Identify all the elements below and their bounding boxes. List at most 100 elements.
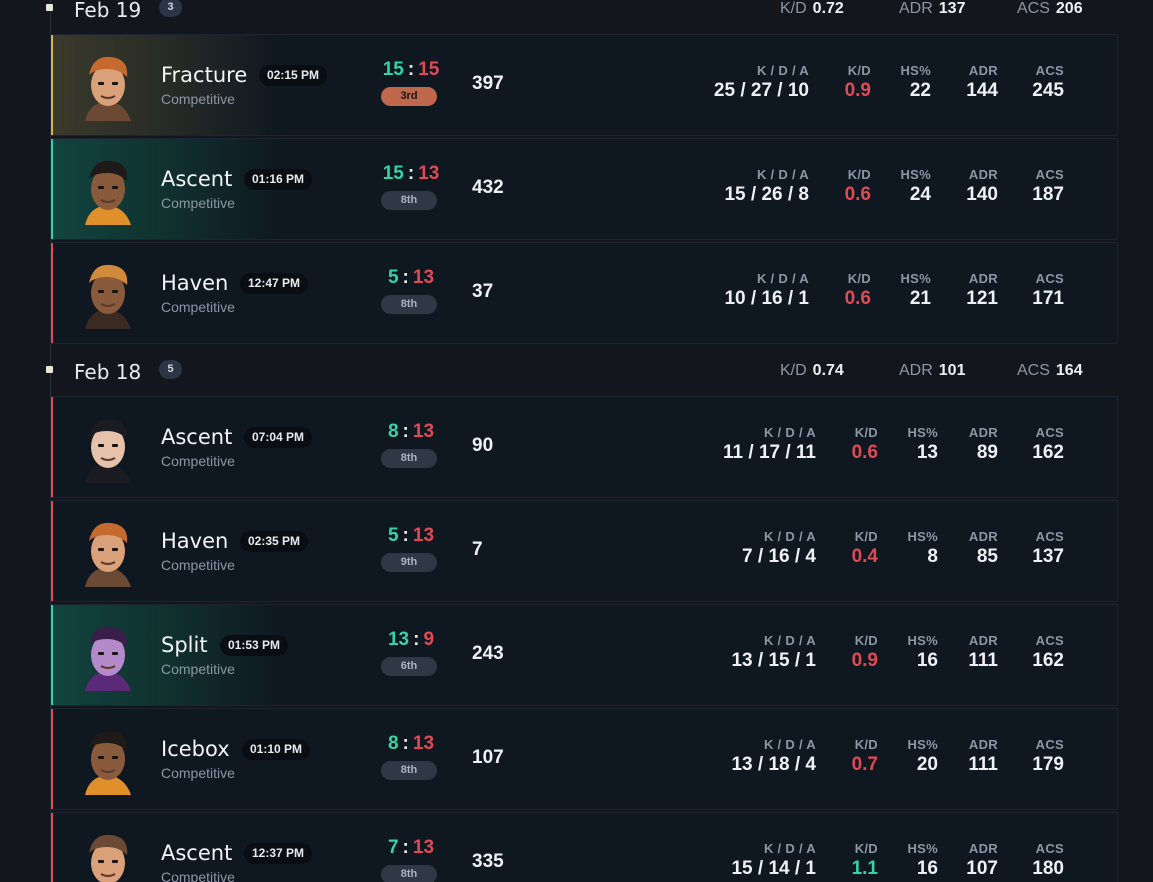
day-acs: ACS 206 bbox=[1017, 0, 1083, 18]
stat-hs-label: HS% bbox=[907, 737, 938, 752]
match-score: 15:15 bbox=[371, 59, 451, 81]
map-name: Haven bbox=[161, 271, 229, 295]
map-name: Split bbox=[161, 633, 208, 657]
stat-acs-value: 162 bbox=[1032, 442, 1064, 463]
stat-acs-label: ACS bbox=[1035, 529, 1064, 544]
day-kd-value: 0.72 bbox=[812, 0, 844, 17]
stat-adr-label: ADR bbox=[968, 63, 998, 78]
match-score: 15:13 bbox=[371, 163, 451, 185]
score-enemy: 15 bbox=[418, 59, 440, 80]
match-row[interactable]: Ascent 12:37 PM Competitive 7:13 8th 335 K / D… bbox=[50, 812, 1118, 882]
stat-kd: K/D 0.4 bbox=[852, 501, 878, 568]
score-team: 5 bbox=[387, 267, 399, 288]
match-row[interactable]: Split 01:53 PM Competitive 13:9 6th 243 K / D … bbox=[50, 604, 1118, 706]
score-team: 5 bbox=[387, 525, 399, 546]
rank-rating: 37 bbox=[472, 281, 494, 302]
stat-hs-value: 20 bbox=[916, 754, 938, 775]
queue-type: Competitive bbox=[161, 765, 235, 781]
placement-badge: 8th bbox=[381, 295, 437, 314]
stat-acs: ACS 162 bbox=[1032, 605, 1064, 672]
stat-kda: K / D / A 25 / 27 / 10 bbox=[714, 35, 809, 102]
stat-kd: K/D 0.9 bbox=[845, 35, 871, 102]
agent-phoenix-icon bbox=[71, 153, 143, 225]
stat-acs-value: 171 bbox=[1032, 288, 1064, 309]
match-row[interactable]: Icebox 01:10 PM Competitive 8:13 8th 107 K / D… bbox=[50, 708, 1118, 810]
stat-acs-label: ACS bbox=[1035, 271, 1064, 286]
agent-reyna-icon bbox=[71, 619, 143, 691]
queue-type: Competitive bbox=[161, 557, 235, 573]
stat-adr: ADR 111 bbox=[968, 605, 998, 672]
score-enemy: 13 bbox=[412, 525, 435, 546]
score-enemy: 13 bbox=[412, 267, 435, 288]
stat-hs-label: HS% bbox=[907, 425, 938, 440]
match-row[interactable]: Haven 12:47 PM Competitive 5:13 8th 37 K / D /… bbox=[50, 242, 1118, 344]
stat-hs-label: HS% bbox=[907, 529, 938, 544]
stat-kda: K / D / A 13 / 15 / 1 bbox=[731, 605, 816, 672]
stat-kda-value: 13 / 15 / 1 bbox=[731, 650, 816, 671]
queue-type: Competitive bbox=[161, 453, 235, 469]
stat-acs: ACS 162 bbox=[1032, 397, 1064, 464]
result-bar bbox=[51, 397, 53, 497]
result-bar bbox=[51, 501, 53, 601]
day-kd-label: K/D bbox=[780, 0, 807, 17]
stat-hs: HS% 24 bbox=[900, 139, 931, 206]
match-score: 5:13 bbox=[371, 267, 451, 289]
stat-kd-value: 0.6 bbox=[851, 442, 878, 463]
stat-hs-value: 16 bbox=[916, 858, 938, 879]
stat-hs-value: 21 bbox=[909, 288, 931, 309]
result-bar bbox=[51, 813, 53, 882]
stat-acs-label: ACS bbox=[1035, 167, 1064, 182]
match-time: 02:35 PM bbox=[240, 531, 309, 552]
stat-adr: ADR 121 bbox=[966, 243, 998, 310]
stat-adr-label: ADR bbox=[968, 737, 998, 752]
stat-kd-label: K/D bbox=[847, 167, 871, 182]
stat-kda: K / D / A 13 / 18 / 4 bbox=[731, 709, 816, 776]
stat-kd: K/D 0.6 bbox=[845, 243, 871, 310]
stat-hs-value: 8 bbox=[927, 546, 938, 567]
map-name: Fracture bbox=[161, 63, 248, 87]
stat-hs: HS% 20 bbox=[907, 709, 938, 776]
timeline-dot bbox=[46, 4, 53, 11]
rank-rating: 397 bbox=[472, 73, 504, 94]
score-enemy: 13 bbox=[418, 163, 440, 184]
stat-hs: HS% 21 bbox=[900, 243, 931, 310]
stat-adr: ADR 89 bbox=[969, 397, 998, 464]
stat-acs-label: ACS bbox=[1035, 633, 1064, 648]
stat-kda: K / D / A 15 / 26 / 8 bbox=[724, 139, 809, 206]
stat-hs-value: 13 bbox=[916, 442, 938, 463]
stat-adr-value: 144 bbox=[966, 80, 998, 101]
stat-hs: HS% 13 bbox=[907, 397, 938, 464]
score-separator: : bbox=[413, 629, 420, 650]
score-enemy: 13 bbox=[412, 733, 435, 754]
score-enemy: 9 bbox=[423, 629, 435, 650]
stat-adr-label: ADR bbox=[968, 633, 998, 648]
day-adr-value: 101 bbox=[938, 362, 966, 379]
day-date: Feb 19 bbox=[74, 0, 142, 22]
score-separator: : bbox=[402, 733, 409, 754]
stat-kd: K/D 0.6 bbox=[845, 139, 871, 206]
agent-brimstone-icon bbox=[71, 49, 143, 121]
match-row[interactable]: Haven 02:35 PM Competitive 5:13 9th 7 K / D / … bbox=[50, 500, 1118, 602]
stat-kd-label: K/D bbox=[847, 271, 871, 286]
match-row[interactable]: Ascent 07:04 PM Competitive 8:13 8th 90 K / D … bbox=[50, 396, 1118, 498]
day-kd-label: K/D bbox=[780, 362, 807, 379]
stat-adr-value: 85 bbox=[976, 546, 998, 567]
queue-type: Competitive bbox=[161, 195, 235, 211]
stat-kd-label: K/D bbox=[854, 425, 878, 440]
match-time: 12:37 PM bbox=[244, 843, 313, 864]
stat-acs: ACS 179 bbox=[1032, 709, 1064, 776]
match-time: 02:15 PM bbox=[259, 65, 328, 86]
stat-kda-label: K / D / A bbox=[756, 271, 809, 286]
stat-kd: K/D 0.6 bbox=[852, 397, 878, 464]
match-score: 8:13 bbox=[371, 733, 451, 755]
stat-hs: HS% 22 bbox=[900, 35, 931, 102]
match-row[interactable]: Ascent 01:16 PM Competitive 15:13 8th 432 K / … bbox=[50, 138, 1118, 240]
stat-kda-label: K / D / A bbox=[756, 167, 809, 182]
stat-kda-label: K / D / A bbox=[763, 633, 816, 648]
match-row[interactable]: Fracture 02:15 PM Competitive 15:15 3rd 397 K … bbox=[50, 34, 1118, 136]
day-header: Feb 19 3 K/D 0.72 ADR 137 ACS 206 bbox=[0, 0, 1153, 22]
stat-kd-value: 0.9 bbox=[844, 80, 871, 101]
match-time: 07:04 PM bbox=[244, 427, 313, 448]
placement-badge: 3rd bbox=[381, 87, 437, 106]
stat-acs-value: 137 bbox=[1032, 546, 1064, 567]
